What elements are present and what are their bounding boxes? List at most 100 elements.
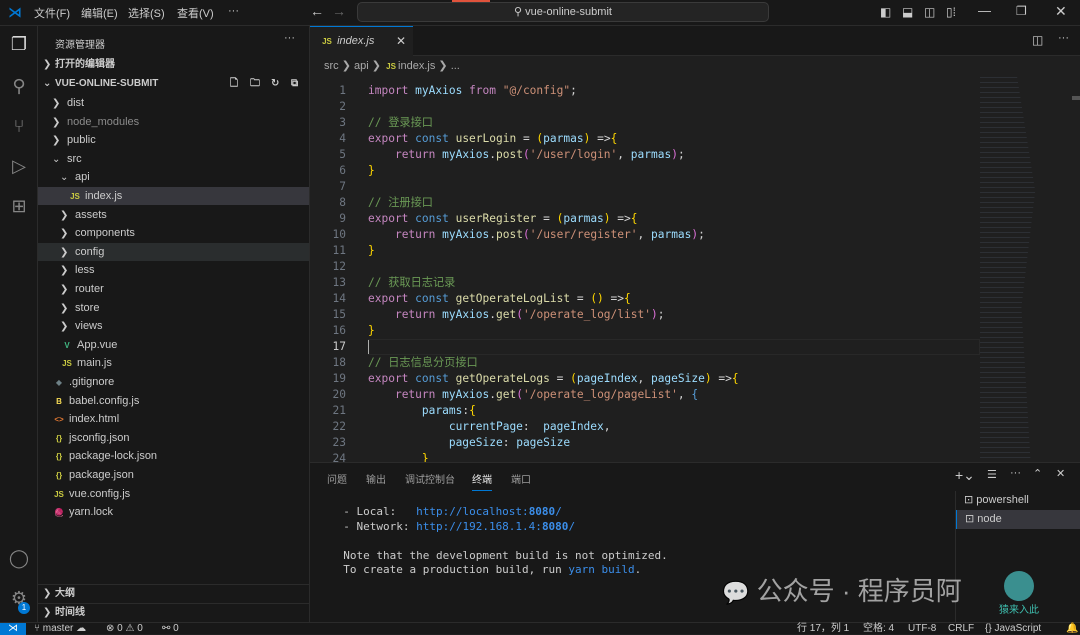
tree-item-dist[interactable]: ❯ dist xyxy=(38,94,309,112)
code-token: post xyxy=(496,228,523,241)
tree-item-router[interactable]: ❯ router xyxy=(38,280,309,298)
tab-problems[interactable]: 问题 xyxy=(327,471,347,486)
minimize-icon[interactable]: — xyxy=(978,3,991,18)
branch-indicator[interactable]: ⑂ master ☁ xyxy=(34,623,86,635)
minimap[interactable] xyxy=(980,75,1036,462)
tab-debug-console[interactable]: 调试控制台 xyxy=(405,471,455,486)
back-icon[interactable]: ← xyxy=(310,3,324,19)
tree-item-assets[interactable]: ❯ assets xyxy=(38,206,309,224)
timeline-section[interactable]: ❯ 时间线 xyxy=(38,603,309,621)
menu-file[interactable]: 文件(F) xyxy=(34,5,70,21)
close-panel-icon[interactable]: ✕ xyxy=(1056,467,1065,480)
menu-view[interactable]: 查看(V) xyxy=(177,5,214,21)
refresh-icon[interactable]: ↻ xyxy=(271,75,279,93)
terminal-line: Note that the development build is not o… xyxy=(330,549,668,564)
collapse-all-icon[interactable]: ⧉ xyxy=(291,75,298,93)
chevron-right-icon: ❯ xyxy=(60,209,69,221)
command-center-search[interactable]: ⚲ vue-online-submit xyxy=(357,2,769,22)
problems-indicator[interactable]: ⊗ 0 ⚠ 0 xyxy=(106,623,143,635)
ports-indicator[interactable]: ⚯ 0 xyxy=(162,623,179,635)
close-window-icon[interactable]: ✕ xyxy=(1055,3,1067,20)
terminal-item-node[interactable]: ⊡ node xyxy=(956,510,1080,529)
menu-edit[interactable]: 编辑(E) xyxy=(81,5,118,21)
language-label: JavaScript xyxy=(994,623,1042,634)
maximize-panel-icon[interactable]: ⌃ xyxy=(1033,467,1042,480)
customize-layout-icon[interactable]: ▯⁞ xyxy=(946,5,956,19)
more-actions-icon[interactable]: ··· xyxy=(284,32,295,44)
panel-more-icon[interactable]: ··· xyxy=(1010,467,1021,479)
tree-item-store[interactable]: ❯ store xyxy=(38,299,309,317)
line-ending[interactable]: CRLF xyxy=(948,623,974,635)
tree-item--gitignore[interactable]: ◆ .gitignore xyxy=(38,373,309,391)
encoding[interactable]: UTF-8 xyxy=(908,623,936,635)
outline-section[interactable]: ❯ 大纲 xyxy=(38,584,309,602)
terminal-link[interactable]: / xyxy=(555,505,562,518)
terminal-link[interactable]: http://localhost: xyxy=(416,505,529,518)
tree-item-jsconfig-json[interactable]: {} jsconfig.json xyxy=(38,429,309,447)
menu-selection[interactable]: 选择(S) xyxy=(128,5,165,21)
terminal-output[interactable]: - Local: http://localhost:8080/ - Networ… xyxy=(330,505,668,578)
terminal-link[interactable]: 8080 xyxy=(529,505,556,518)
remote-icon[interactable]: ⋊ xyxy=(0,623,26,635)
extensions-icon[interactable]: ⊞ xyxy=(7,196,31,220)
line-number: 5 xyxy=(339,148,346,161)
toggle-panel-icon[interactable]: ⬓ xyxy=(902,5,913,19)
account-icon[interactable]: ◯ xyxy=(7,548,31,572)
terminal-item-powershell[interactable]: ⊡ powershell xyxy=(956,491,1080,510)
indentation[interactable]: 空格: 4 xyxy=(863,623,894,635)
terminal-link[interactable]: http://192.168.1.4: xyxy=(416,520,542,533)
run-debug-icon[interactable]: ▷ xyxy=(7,156,31,180)
restore-icon[interactable]: ❐ xyxy=(1016,4,1027,18)
tree-item-views[interactable]: ❯ views xyxy=(38,317,309,335)
open-editors-section[interactable]: ❯ 打开的编辑器 xyxy=(38,56,309,74)
terminal-link[interactable]: yarn build xyxy=(568,563,634,576)
tree-item-index-js[interactable]: JS index.js xyxy=(38,187,309,205)
tree-item-package-json[interactable]: {} package.json xyxy=(38,466,309,484)
kill-terminal-icon[interactable]: ☰ xyxy=(987,468,997,481)
source-control-icon[interactable]: ⑂ xyxy=(7,116,31,140)
project-root-section[interactable]: ⌄ VUE-ONLINE-SUBMIT 🗋 🗀 ↻ ⧉ xyxy=(38,75,309,93)
breadcrumb-file[interactable]: index.js xyxy=(398,60,435,72)
terminal-link[interactable]: / xyxy=(568,520,575,533)
breadcrumb-api[interactable]: api xyxy=(354,60,369,72)
code-line: } xyxy=(368,243,375,259)
language-mode[interactable]: {} JavaScript xyxy=(985,623,1041,635)
new-file-icon[interactable]: 🗋 xyxy=(230,75,238,93)
tree-item-components[interactable]: ❯ components xyxy=(38,224,309,242)
tab-ports[interactable]: 端口 xyxy=(511,471,531,486)
explorer-icon[interactable]: ❐ xyxy=(7,34,31,58)
tree-item-package-lock-json[interactable]: {} package-lock.json xyxy=(38,447,309,465)
close-tab-icon[interactable]: ✕ xyxy=(396,27,406,56)
tree-item-node-modules[interactable]: ❯ node_modules xyxy=(38,113,309,131)
toggle-secondary-sidebar-icon[interactable]: ◫ xyxy=(924,5,935,19)
menu-more[interactable]: ··· xyxy=(228,5,239,17)
split-editor-icon[interactable]: ◫ xyxy=(1032,33,1043,47)
tree-item-main-js[interactable]: JS main.js xyxy=(38,354,309,372)
tree-item-babel-config-js[interactable]: Bbabel.config.js xyxy=(38,392,309,410)
tree-item-api[interactable]: ⌄ api xyxy=(38,168,309,186)
tab-index-js[interactable]: JS index.js ✕ xyxy=(310,26,413,56)
tree-item-src[interactable]: ⌄ src xyxy=(38,150,309,168)
tree-item-app-vue[interactable]: V App.vue xyxy=(38,336,309,354)
new-terminal-icon[interactable]: +⌄ xyxy=(955,467,975,484)
tree-item-vue-config-js[interactable]: JS vue.config.js xyxy=(38,485,309,503)
tab-output[interactable]: 输出 xyxy=(366,471,386,486)
new-folder-icon[interactable]: 🗀 xyxy=(250,75,260,93)
toggle-sidebar-icon[interactable]: ◧ xyxy=(880,5,891,19)
tree-item-public[interactable]: ❯ public xyxy=(38,131,309,149)
search-icon[interactable]: ⚲ xyxy=(7,76,31,100)
scrollbar-thumb[interactable] xyxy=(1072,96,1080,100)
code-editor[interactable]: 1 import myAxios from "@/config"; 2 3// 登录接… xyxy=(310,75,980,465)
notifications-icon[interactable]: 🔔 xyxy=(1066,623,1078,635)
breadcrumb-symbol[interactable]: ... xyxy=(451,60,460,72)
tree-item-index-html[interactable]: <> index.html xyxy=(38,410,309,428)
terminal-link[interactable]: 8080 xyxy=(542,520,569,533)
cursor-position[interactable]: 行 17，列 1 xyxy=(797,623,849,635)
breadcrumb-src[interactable]: src xyxy=(324,60,339,72)
editor-more-icon[interactable]: ··· xyxy=(1058,32,1069,44)
tree-item-config[interactable]: ❯ config xyxy=(38,242,309,261)
tree-item-less[interactable]: ❯ less xyxy=(38,261,309,279)
tab-terminal[interactable]: 终端 xyxy=(472,471,492,491)
forward-icon[interactable]: → xyxy=(332,3,346,19)
tree-item-yarn-lock[interactable]: 🧶 yarn.lock xyxy=(38,503,309,521)
